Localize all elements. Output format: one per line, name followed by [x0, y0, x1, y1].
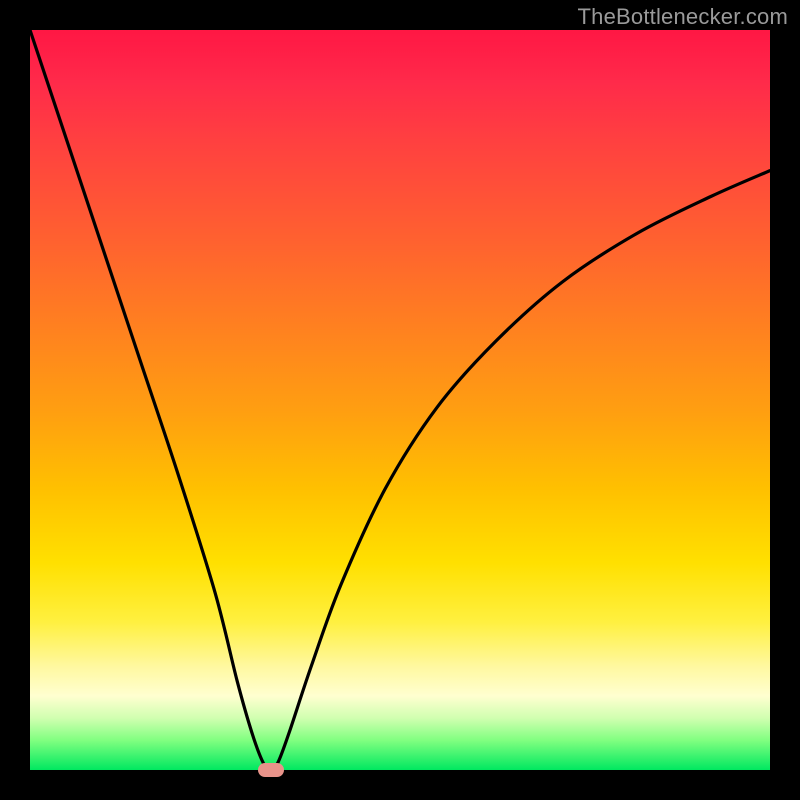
chart-frame: TheBottlenecker.com — [0, 0, 800, 800]
minimum-marker — [258, 763, 284, 777]
curve-svg — [30, 30, 770, 770]
attribution-label: TheBottlenecker.com — [578, 4, 788, 30]
bottleneck-curve-path — [30, 30, 770, 770]
plot-area — [30, 30, 770, 770]
